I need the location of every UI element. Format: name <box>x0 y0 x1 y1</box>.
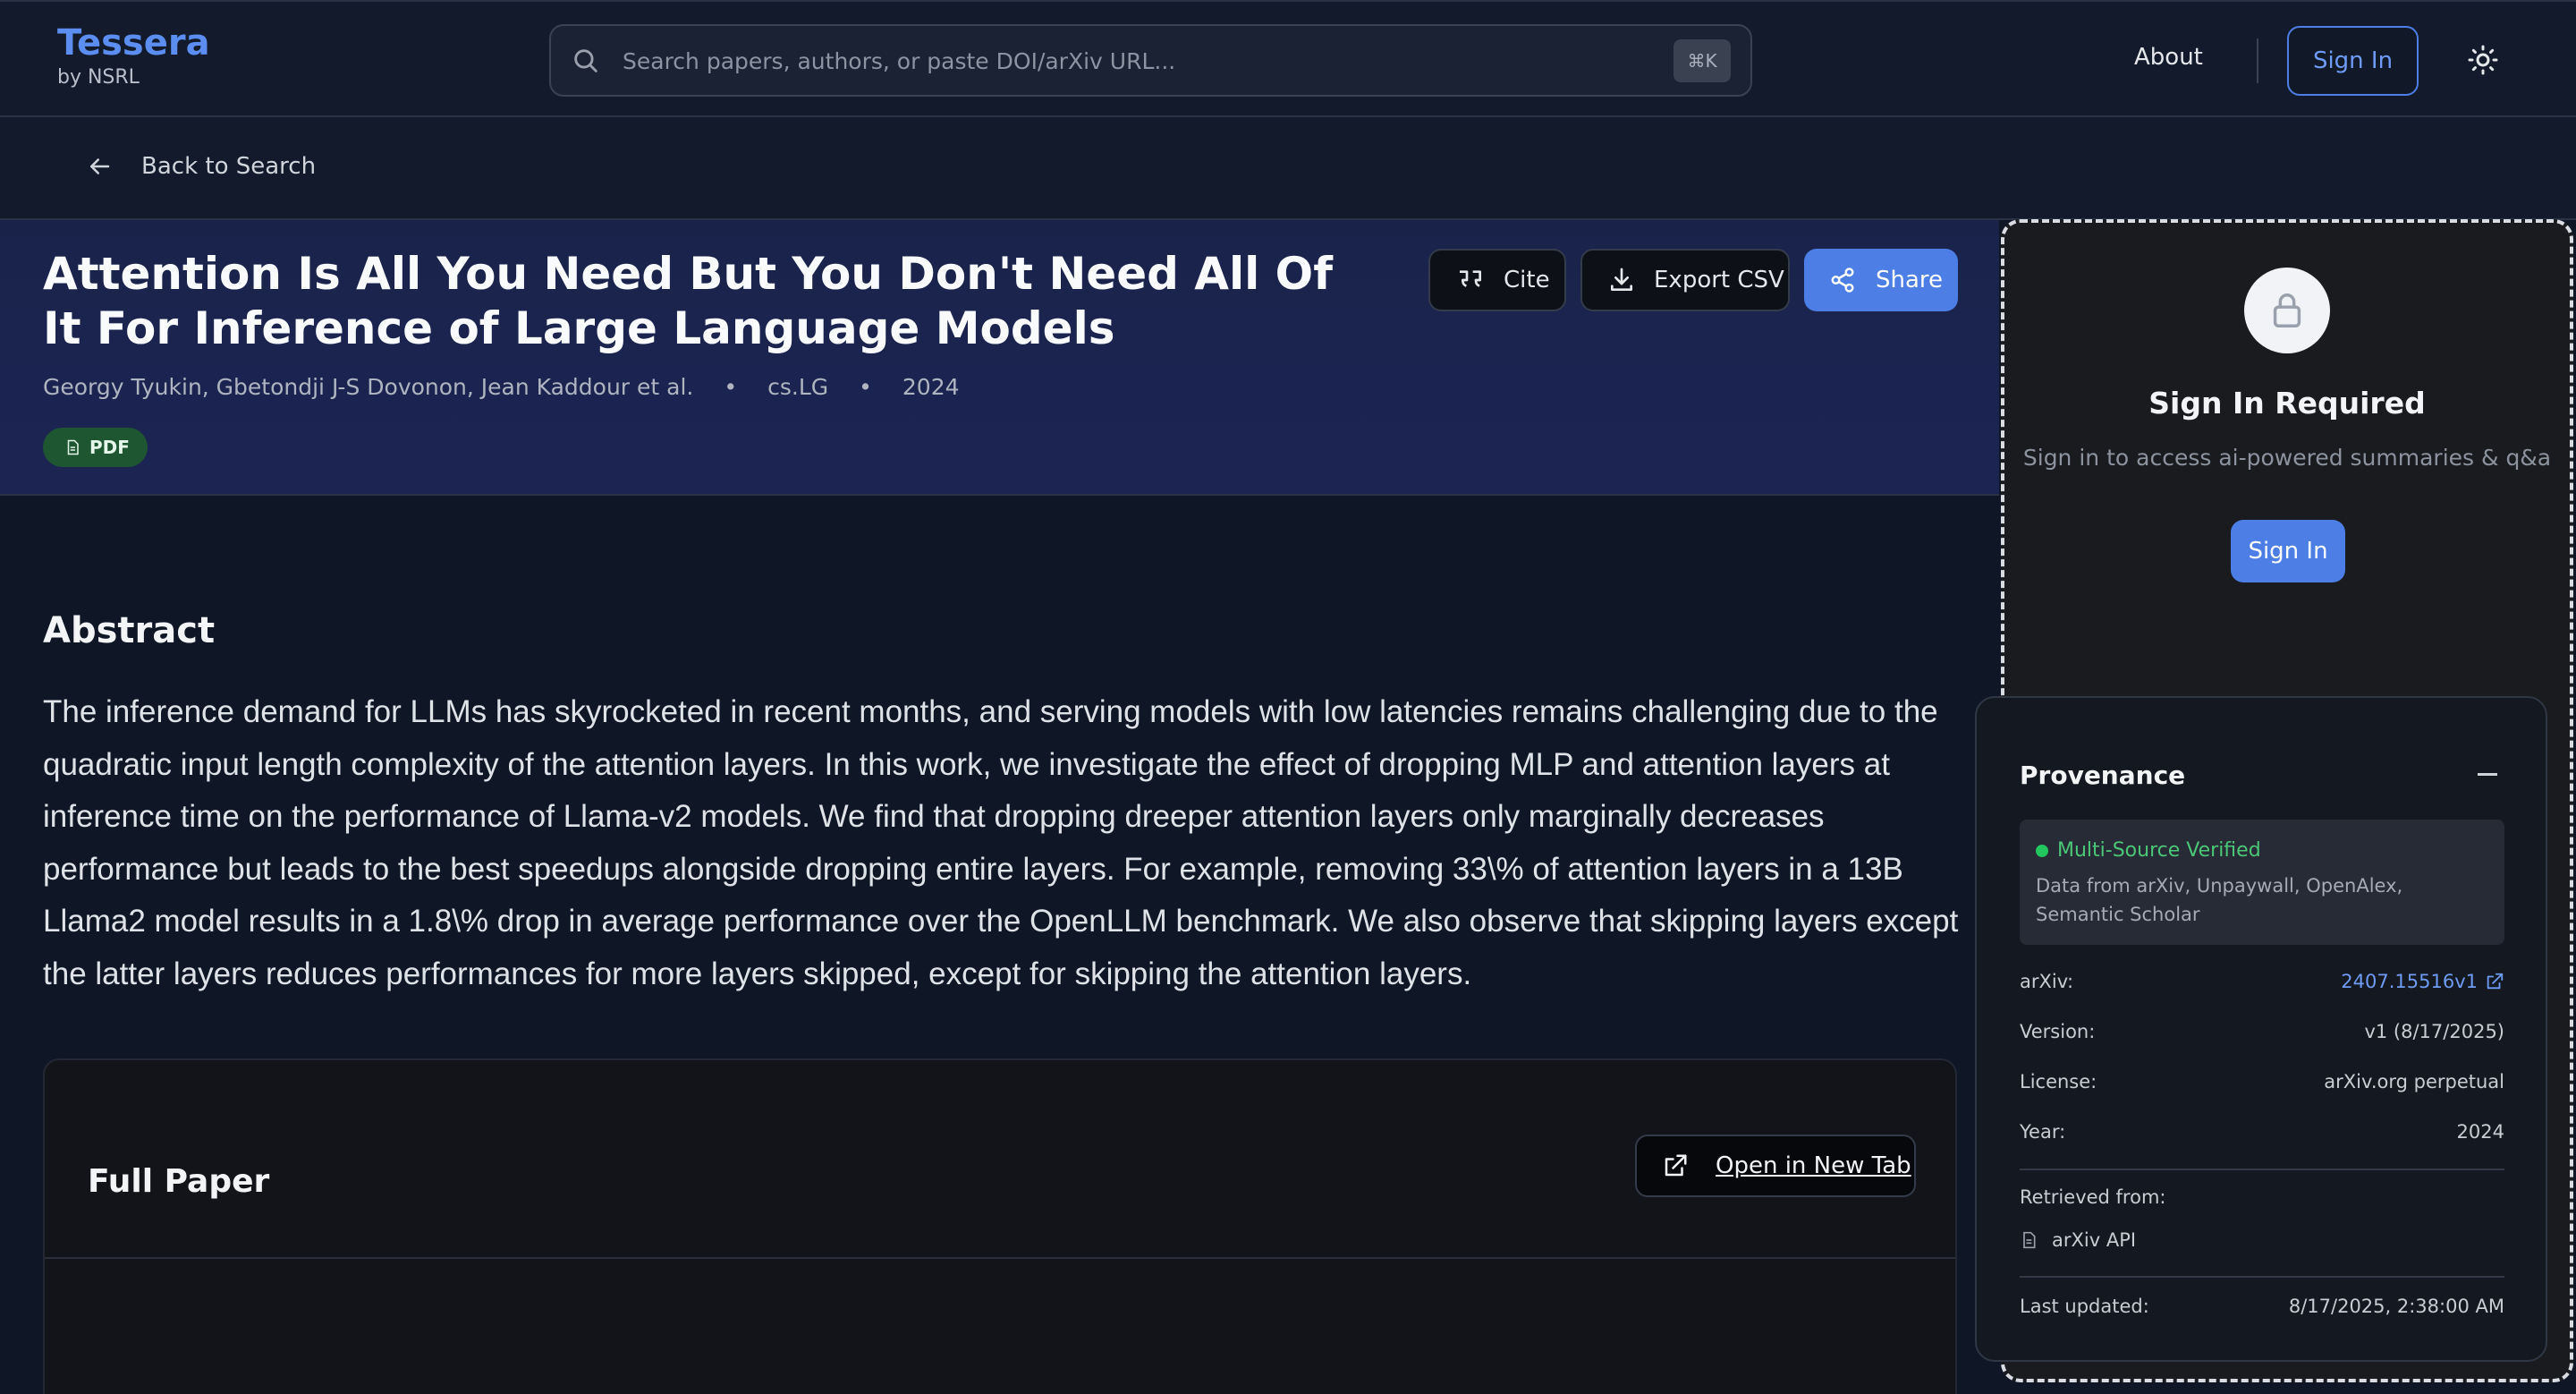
panel-sign-in-button[interactable]: Sign In <box>2231 520 2345 582</box>
meta-separator: • <box>724 374 738 400</box>
provenance-key: arXiv: <box>2020 971 2074 992</box>
abstract-heading: Abstract <box>43 610 216 651</box>
quote-icon <box>1455 266 1486 294</box>
sign-in-required-title: Sign In Required <box>2148 386 2426 421</box>
retrieved-source-name: arXiv API <box>2052 1229 2137 1251</box>
download-icon <box>1607 266 1636 294</box>
provenance-key: Year: <box>2020 1121 2066 1143</box>
search-input[interactable] <box>623 38 1660 83</box>
provenance-row-year: Year: 2024 <box>2020 1121 2504 1148</box>
verification-box: Multi-Source Verified Data from arXiv, U… <box>2020 820 2504 945</box>
provenance-card: Provenance Multi-Source Verified Data fr… <box>1975 696 2547 1362</box>
about-link[interactable]: About <box>2134 44 2203 71</box>
paper-header: Attention Is All You Need But You Don't … <box>0 220 1999 496</box>
share-button[interactable]: Share <box>1804 249 1958 311</box>
sign-in-button[interactable]: Sign In <box>2287 26 2419 96</box>
provenance-key: License: <box>2020 1071 2097 1092</box>
sign-in-required-subtitle: Sign in to access ai-powered summaries &… <box>2022 445 2552 471</box>
file-text-icon <box>64 438 80 456</box>
keyboard-shortcut-badge: ⌘K <box>1674 39 1731 82</box>
provenance-title: Provenance <box>2020 761 2186 790</box>
arrow-left-icon <box>86 153 113 180</box>
brand-name: Tessera <box>57 22 210 64</box>
arxiv-id-link[interactable]: 2407.15516v1 <box>2341 971 2504 992</box>
search-bar[interactable]: ⌘K <box>549 24 1752 97</box>
brand-subtitle: by NSRL <box>57 66 140 89</box>
last-updated-value: 8/17/2025, 2:38:00 AM <box>2288 1296 2504 1317</box>
full-paper-title: Full Paper <box>88 1163 270 1200</box>
verified-dot-icon <box>2036 844 2048 857</box>
export-csv-label: Export CSV <box>1654 267 1784 293</box>
back-to-search-label: Back to Search <box>141 153 317 180</box>
open-in-new-tab-label: Open in New Tab <box>1716 1152 1911 1179</box>
pdf-badge-label: PDF <box>89 437 130 458</box>
verified-sources: Data from arXiv, Unpaywall, OpenAlex, Se… <box>2036 875 2403 925</box>
pdf-badge[interactable]: PDF <box>43 428 148 467</box>
arxiv-id: 2407.15516v1 <box>2341 971 2478 992</box>
provenance-value: arXiv.org perpetual <box>2324 1071 2504 1092</box>
provenance-row-version: Version: v1 (8/17/2025) <box>2020 1021 2504 1048</box>
retrieved-source: arXiv API <box>2020 1229 2136 1251</box>
cite-button[interactable]: Cite <box>1428 249 1566 311</box>
top-navigation-bar: Tessera by NSRL ⌘K About Sign In <box>0 0 2576 117</box>
share-icon <box>1829 267 1856 293</box>
retrieved-from-label: Retrieved from: <box>2020 1186 2166 1208</box>
provenance-value: 2024 <box>2456 1121 2504 1143</box>
brand-logo[interactable]: Tessera by NSRL <box>57 21 210 89</box>
paper-year: 2024 <box>902 374 960 400</box>
export-csv-button[interactable]: Export CSV <box>1580 249 1790 311</box>
verified-label: Multi-Source Verified <box>2057 839 2261 862</box>
paper-authors: Georgy Tyukin, Gbetondji J-S Dovonon, Je… <box>43 374 694 400</box>
theme-toggle-sun-icon[interactable] <box>2467 44 2499 76</box>
open-in-new-tab-button[interactable]: Open in New Tab <box>1635 1135 1916 1197</box>
provenance-row-arxiv: arXiv: 2407.15516v1 <box>2020 971 2504 998</box>
collapse-minus-icon[interactable] <box>2478 773 2497 776</box>
cite-label: Cite <box>1504 267 1550 293</box>
paper-title: Attention Is All You Need But You Don't … <box>43 248 1333 354</box>
external-link-icon <box>2485 972 2504 991</box>
back-navigation-bar: Back to Search <box>0 117 2576 220</box>
share-label: Share <box>1876 267 1944 293</box>
provenance-divider <box>2020 1169 2504 1170</box>
lock-icon <box>2244 268 2330 353</box>
last-updated-label: Last updated: <box>2020 1296 2149 1317</box>
nav-divider <box>2257 38 2258 83</box>
paper-meta: Georgy Tyukin, Gbetondji J-S Dovonon, Je… <box>43 374 960 400</box>
provenance-key: Version: <box>2020 1021 2096 1042</box>
search-icon <box>571 46 601 76</box>
abstract-text: The inference demand for LLMs has skyroc… <box>43 694 1959 991</box>
meta-separator: • <box>859 374 872 400</box>
full-paper-card: Full Paper Open in New Tab <box>43 1058 1957 1394</box>
card-divider <box>45 1257 1955 1259</box>
provenance-row-last-updated: Last updated: 8/17/2025, 2:38:00 AM <box>2020 1296 2504 1322</box>
external-link-icon <box>1662 1152 1689 1179</box>
provenance-divider <box>2020 1276 2504 1278</box>
provenance-value: v1 (8/17/2025) <box>2364 1021 2504 1042</box>
file-text-icon <box>2020 1230 2038 1250</box>
paper-category: cs.LG <box>767 374 829 400</box>
verified-status: Multi-Source Verified <box>2036 839 2261 862</box>
back-to-search-link[interactable]: Back to Search <box>86 153 316 180</box>
provenance-row-license: License: arXiv.org perpetual <box>2020 1071 2504 1098</box>
